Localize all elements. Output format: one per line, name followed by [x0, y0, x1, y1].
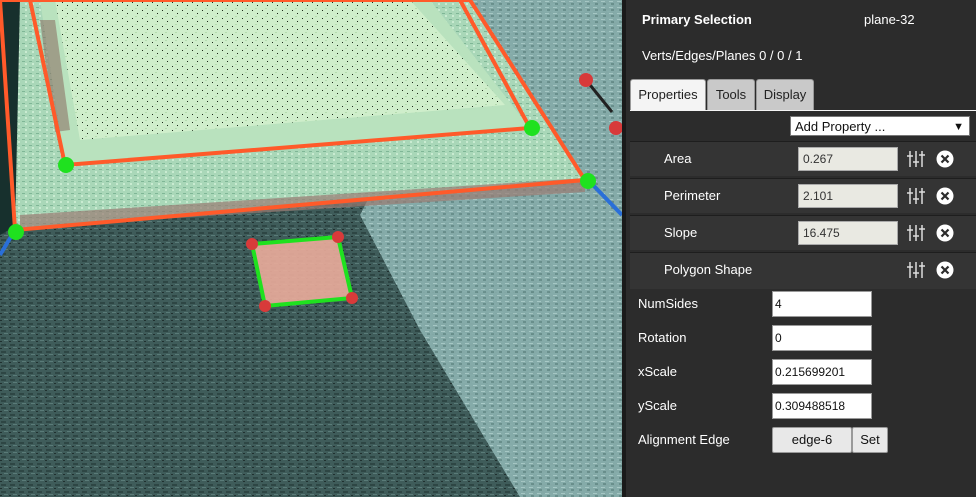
- tab-tools[interactable]: Tools: [707, 79, 755, 110]
- alignment-edge-label: Alignment Edge: [638, 432, 730, 447]
- property-row-polygon-shape: Polygon Shape: [630, 252, 976, 289]
- point-cloud-view[interactable]: [0, 0, 622, 497]
- tab-underline: [630, 110, 976, 111]
- close-icon[interactable]: [936, 224, 954, 242]
- close-icon[interactable]: [936, 261, 954, 279]
- vertex-handle[interactable]: [246, 238, 258, 250]
- property-value-slope: 16.475: [798, 221, 898, 245]
- property-label: Perimeter: [664, 188, 721, 203]
- vertex-handle[interactable]: [346, 292, 358, 304]
- close-icon[interactable]: [936, 150, 954, 168]
- sliders-icon[interactable]: [907, 224, 925, 242]
- vertex-handle[interactable]: [58, 157, 74, 173]
- panel-title: Primary Selection: [642, 12, 752, 27]
- vertex-handle[interactable]: [332, 231, 344, 243]
- property-label: Slope: [664, 225, 698, 240]
- numsides-label: NumSides: [638, 296, 698, 311]
- sliders-icon[interactable]: [907, 261, 925, 279]
- vertex-handle[interactable]: [580, 173, 596, 189]
- vertex-handle[interactable]: [579, 73, 593, 87]
- tab-display[interactable]: Display: [756, 79, 814, 110]
- property-value-perimeter: 2.101: [798, 184, 898, 208]
- yscale-label: yScale: [638, 398, 678, 413]
- numsides-input[interactable]: [772, 291, 872, 317]
- rotation-label: Rotation: [638, 330, 687, 345]
- tab-properties[interactable]: Properties: [630, 79, 706, 111]
- close-icon[interactable]: [936, 187, 954, 205]
- property-label: Area: [664, 151, 692, 166]
- property-row-area: Area 0.267: [630, 141, 976, 176]
- add-property-label: Add Property ...: [795, 119, 886, 134]
- rotation-input[interactable]: [772, 325, 872, 351]
- properties-panel: Primary Selection plane-32 Verts/Edges/P…: [626, 0, 976, 497]
- alignment-edge-button[interactable]: edge-6: [772, 427, 852, 453]
- chevron-down-icon: ▼: [953, 121, 964, 133]
- property-label: Polygon Shape: [664, 262, 753, 277]
- xscale-input[interactable]: [772, 359, 872, 385]
- sliders-icon[interactable]: [907, 187, 925, 205]
- add-property-dropdown[interactable]: Add Property ... ▼: [790, 116, 970, 136]
- selection-counts: Verts/Edges/Planes 0 / 0 / 1: [642, 48, 803, 63]
- xscale-label: xScale: [638, 364, 678, 379]
- selected-plane[interactable]: [252, 237, 352, 306]
- property-value-area: 0.267: [798, 147, 898, 171]
- property-row-slope: Slope 16.475: [630, 215, 976, 250]
- yscale-input[interactable]: [772, 393, 872, 419]
- vertex-handle[interactable]: [8, 224, 24, 240]
- 3d-viewport[interactable]: [0, 0, 622, 497]
- sliders-icon[interactable]: [907, 150, 925, 168]
- vertex-handle[interactable]: [259, 300, 271, 312]
- vertex-handle[interactable]: [524, 120, 540, 136]
- selected-object-name: plane-32: [864, 12, 915, 27]
- property-row-perimeter: Perimeter 2.101: [630, 178, 976, 213]
- set-button[interactable]: Set: [852, 427, 888, 453]
